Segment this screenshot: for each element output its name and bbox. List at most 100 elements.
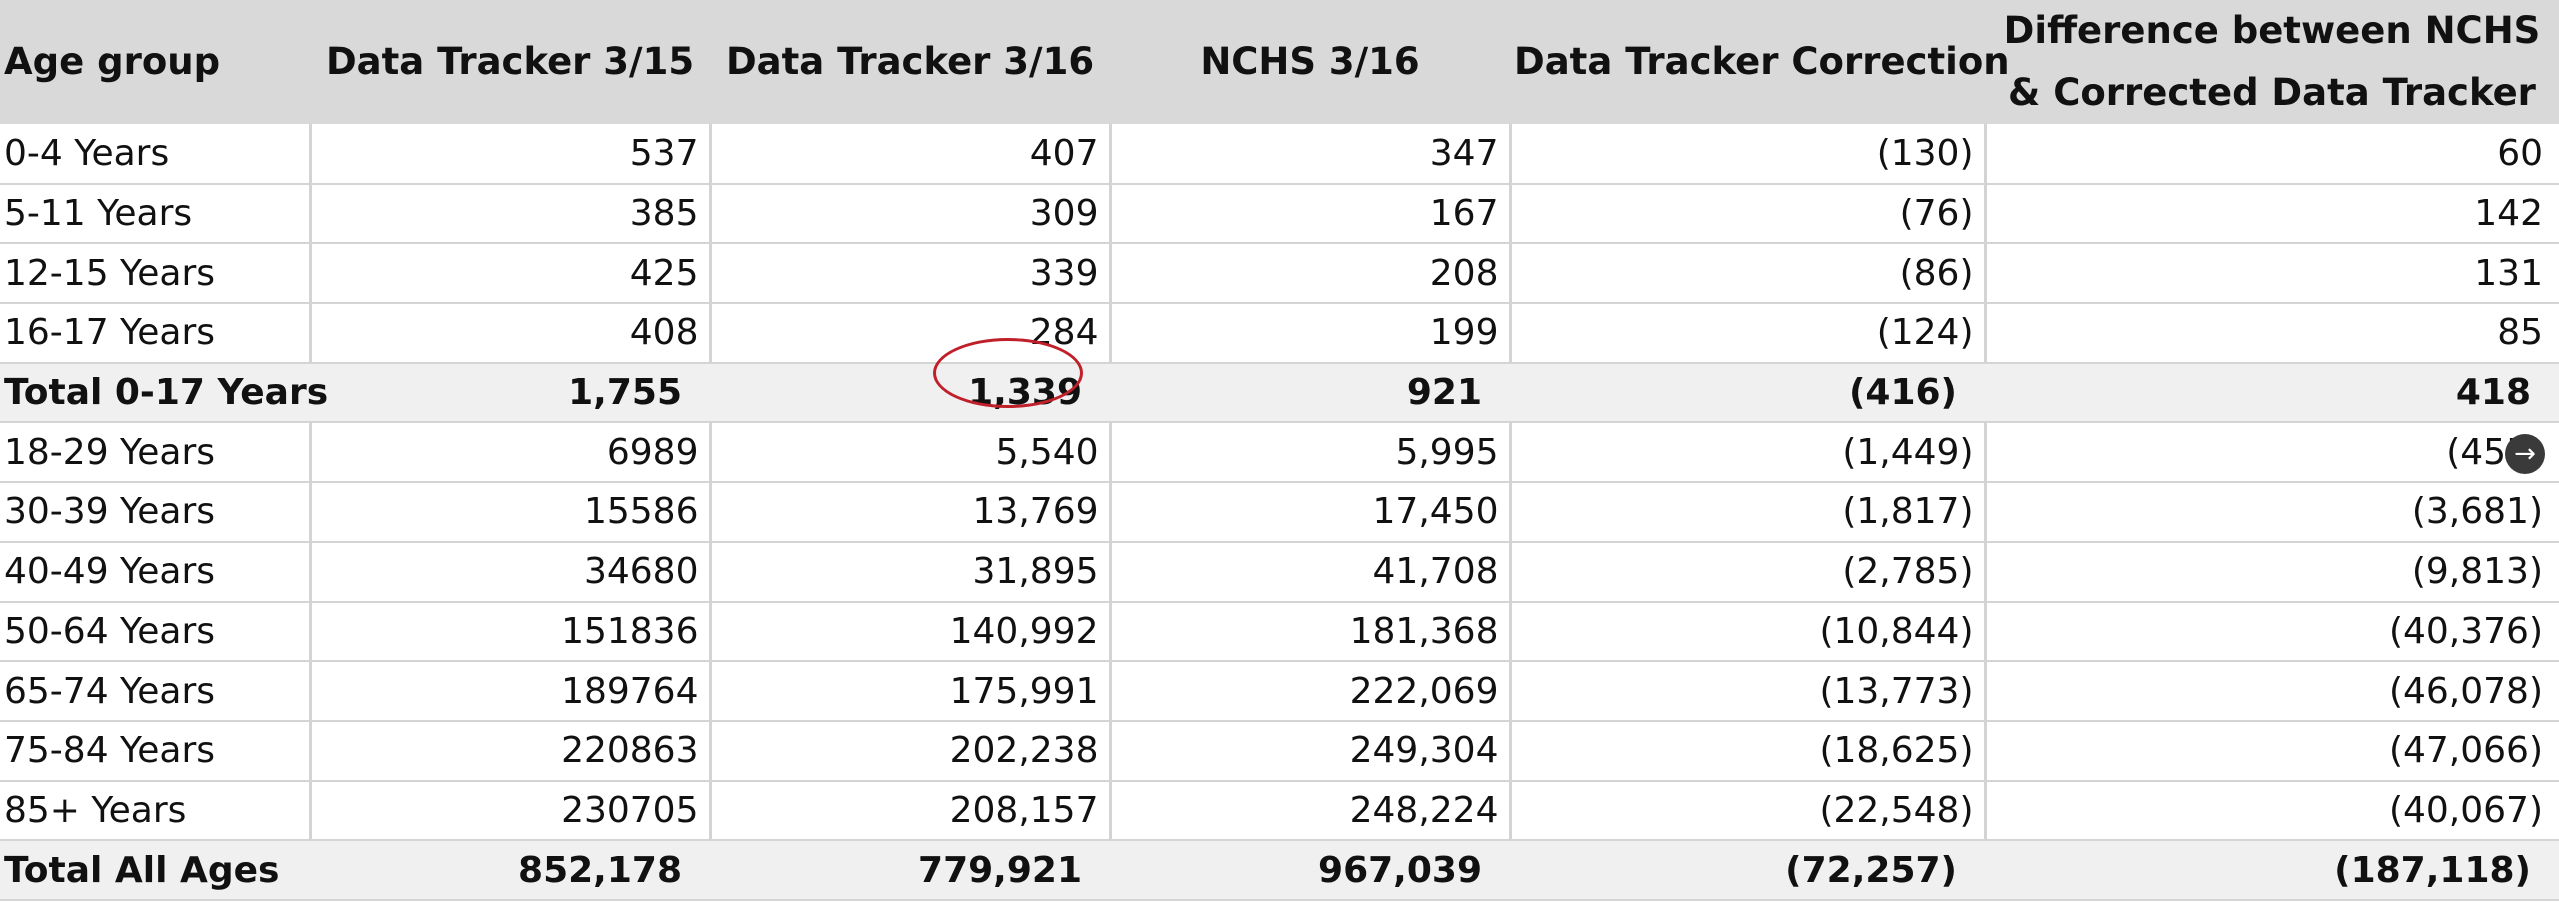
header-data-tracker-3-16: Data Tracker 3/16 [710,0,1110,124]
table-row: 0-4 Years 537 407 347 (130) 60 [0,124,2559,185]
value-cell: 1,755 [310,362,710,424]
value-cell: (13,773) [1510,661,1987,722]
table-row: 30-39 Years 15586 13,769 17,450 (1,817) … [0,482,2559,543]
age-group-cell: 50-64 Years [0,601,312,663]
age-group-cell: 85+ Years [0,780,312,842]
age-group-comparison-table: Age group Data Tracker 3/15 Data Tracker… [0,0,2559,901]
value-cell: 34680 [310,541,712,603]
value-cell: (455) [1985,422,2559,484]
value-cell: 202,238 [710,720,1112,782]
arrow-right-icon[interactable]: → [2505,434,2545,474]
circled-value-text: 1,339 [968,372,1082,414]
table-row: 16-17 Years 408 284 199 (124) 85 [0,303,2559,364]
value-cell: 309 [710,183,1112,245]
value-cell: 13,769 [710,482,1112,543]
value-cell: 5,995 [1110,422,1512,484]
value-cell: (124) [1510,303,1987,364]
value-cell: 425 [310,243,712,305]
value-cell: 220863 [310,720,712,782]
value-cell: 151836 [310,601,712,663]
value-cell: 208,157 [710,780,1112,842]
age-group-cell: 40-49 Years [0,541,312,603]
table-row: 85+ Years 230705 208,157 248,224 (22,548… [0,780,2559,842]
value-cell: (76) [1510,183,1987,245]
header-difference: Difference between NCHS & Corrected Data… [1985,0,2559,124]
value-cell: (2,785) [1510,541,1987,603]
value-cell: 208 [1110,243,1512,305]
value-cell: 385 [310,183,712,245]
value-cell: 142 [1985,183,2559,245]
value-cell: 852,178 [310,840,710,901]
value-cell: (40,376) [1985,601,2559,663]
value-cell: 284 [710,303,1112,364]
age-group-cell: 12-15 Years [0,243,312,305]
value-cell: (72,257) [1510,840,1985,901]
table-row: 12-15 Years 425 339 208 (86) 131 [0,243,2559,305]
age-group-cell: 0-4 Years [0,124,312,185]
table-row: 65-74 Years 189764 175,991 222,069 (13,7… [0,661,2559,722]
age-group-cell: Total All Ages [0,840,310,901]
value-cell: (3,681) [1985,482,2559,543]
age-group-cell: 18-29 Years [0,422,312,484]
value-cell: (187,118) [1985,840,2559,901]
value-cell: (130) [1510,124,1987,185]
header-data-tracker-3-15: Data Tracker 3/15 [310,0,710,124]
value-cell: 230705 [310,780,712,842]
value-cell: 199 [1110,303,1512,364]
value-cell: (9,813) [1985,541,2559,603]
value-cell: 779,921 [710,840,1110,901]
value-cell: (40,067) [1985,780,2559,842]
table-row: 18-29 Years 6989 5,540 5,995 (1,449) (45… [0,422,2559,484]
value-cell: 5,540 [710,422,1112,484]
age-group-cell: 16-17 Years [0,303,312,364]
value-cell: (416) [1510,362,1985,424]
value-cell: 60 [1985,124,2559,185]
age-group-cell: 5-11 Years [0,183,312,245]
value-cell: 85 [1985,303,2559,364]
value-cell: 249,304 [1110,720,1512,782]
value-cell: (46,078) [1985,661,2559,722]
value-cell: 167 [1110,183,1512,245]
table-row: 75-84 Years 220863 202,238 249,304 (18,6… [0,720,2559,782]
value-cell: 921 [1110,362,1510,424]
value-cell: (86) [1510,243,1987,305]
value-cell: 140,992 [710,601,1112,663]
age-group-cell: Total 0-17 Years [0,362,328,424]
age-group-cell: 65-74 Years [0,661,312,722]
header-data-tracker-correction: Data Tracker Correction [1510,0,2010,124]
value-cell: (47,066) [1985,720,2559,782]
value-cell: 17,450 [1110,482,1512,543]
value-cell: 131 [1985,243,2559,305]
value-cell: 6989 [310,422,712,484]
age-group-cell: 30-39 Years [0,482,312,543]
value-cell: (10,844) [1510,601,1987,663]
value-cell: 41,708 [1110,541,1512,603]
table-row: 5-11 Years 385 309 167 (76) 142 [0,183,2559,245]
value-cell: 189764 [310,661,712,722]
value-cell: 31,895 [710,541,1112,603]
total-row-0-17: Total 0-17 Years 1,755 1,339 921 (416) 4… [0,338,2559,424]
circled-value: 1,339 [933,338,1084,414]
value-cell: (22,548) [1510,780,1987,842]
table-row: 50-64 Years 151836 140,992 181,368 (10,8… [0,601,2559,663]
value-cell: 407 [710,124,1112,185]
value-cell: 347 [1110,124,1512,185]
age-group-cell: 75-84 Years [0,720,312,782]
value-cell-circled: 1,339 [710,338,1110,424]
value-cell: 537 [310,124,712,185]
value-cell: (1,449) [1510,422,1987,484]
total-row-all-ages: Total All Ages 852,178 779,921 967,039 (… [0,840,2559,901]
value-cell: (18,625) [1510,720,1987,782]
header-row: Age group Data Tracker 3/15 Data Tracker… [0,0,2559,124]
value-cell: 339 [710,243,1112,305]
value-cell: 181,368 [1110,601,1512,663]
value-cell: 15586 [310,482,712,543]
value-cell: 248,224 [1110,780,1512,842]
value-cell: 175,991 [710,661,1112,722]
value-cell: 967,039 [1110,840,1510,901]
value-cell: 408 [310,303,712,364]
value-cell: (1,817) [1510,482,1987,543]
value-cell: 222,069 [1110,661,1512,722]
header-nchs-3-16: NCHS 3/16 [1110,0,1510,124]
table-row: 40-49 Years 34680 31,895 41,708 (2,785) … [0,541,2559,603]
